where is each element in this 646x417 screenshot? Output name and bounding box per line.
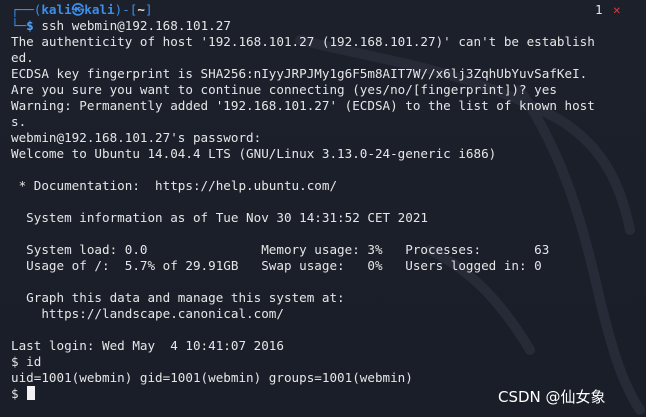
output-line: webmin@192.168.101.27's password: — [11, 130, 262, 145]
exit-status-code: 1 — [595, 2, 603, 17]
prompt-separator: )-[ — [114, 2, 138, 17]
prompt-bracket-open: ┌──( — [11, 2, 42, 17]
prompt-header: ┌──(kali㉿kali)-[~] 1 ✕ — [11, 2, 642, 18]
csdn-watermark: CSDN @仙女象 — [498, 388, 606, 406]
ssh-command: ssh webmin@192.168.101.27 — [41, 18, 231, 33]
output-line: System information as of Tue Nov 30 14:3… — [11, 210, 429, 225]
output-line: ed. — [11, 50, 34, 65]
output-line: The authenticity of host '192.168.101.27… — [11, 34, 595, 49]
output-line: System load: 0.0 Memory usage: 3% Proces… — [11, 242, 550, 257]
output-line: Welcome to Ubuntu 14.04.4 LTS (GNU/Linux… — [11, 146, 497, 161]
prompt-dollar: $ — [26, 18, 34, 33]
output-line: uid=1001(webmin) gid=1001(webmin) groups… — [11, 370, 413, 385]
output-line: s. — [11, 114, 27, 129]
prompt-bracket-close: ] — [144, 2, 153, 17]
output-line: * Documentation: https://help.ubuntu.com… — [11, 178, 338, 193]
error-status-icon: ✕ — [613, 2, 621, 17]
text-cursor — [27, 386, 36, 400]
output-line: Are you sure you want to continue connec… — [11, 82, 557, 97]
output-line: Graph this data and manage this system a… — [11, 290, 345, 305]
terminal-output[interactable]: ┌──(kali㉿kali)-[~] 1 ✕ └─$ ssh webmin@19… — [11, 2, 642, 402]
output-line: ECDSA key fingerprint is SHA256:nIyyJRPJ… — [11, 66, 588, 81]
output-line: Last login: Wed May 4 10:41:07 2016 — [11, 338, 284, 353]
prompt-command-line: └─$ ssh webmin@192.168.101.27 — [11, 18, 642, 34]
output-line: Usage of /: 5.7% of 29.91GB Swap usage: … — [11, 258, 542, 273]
prompt-user-host: kali㉿kali — [41, 2, 115, 17]
prompt-cwd: ~ — [137, 2, 145, 17]
active-prompt: $ — [11, 386, 27, 401]
terminal-window[interactable]: ┌──(kali㉿kali)-[~] 1 ✕ └─$ ssh webmin@19… — [0, 0, 646, 417]
prompt-second-prefix: └─ — [11, 18, 27, 33]
output-line: Warning: Permanently added '192.168.101.… — [11, 98, 595, 113]
output-line: $ id — [11, 354, 42, 369]
output-line: https://landscape.canonical.com/ — [11, 306, 284, 321]
